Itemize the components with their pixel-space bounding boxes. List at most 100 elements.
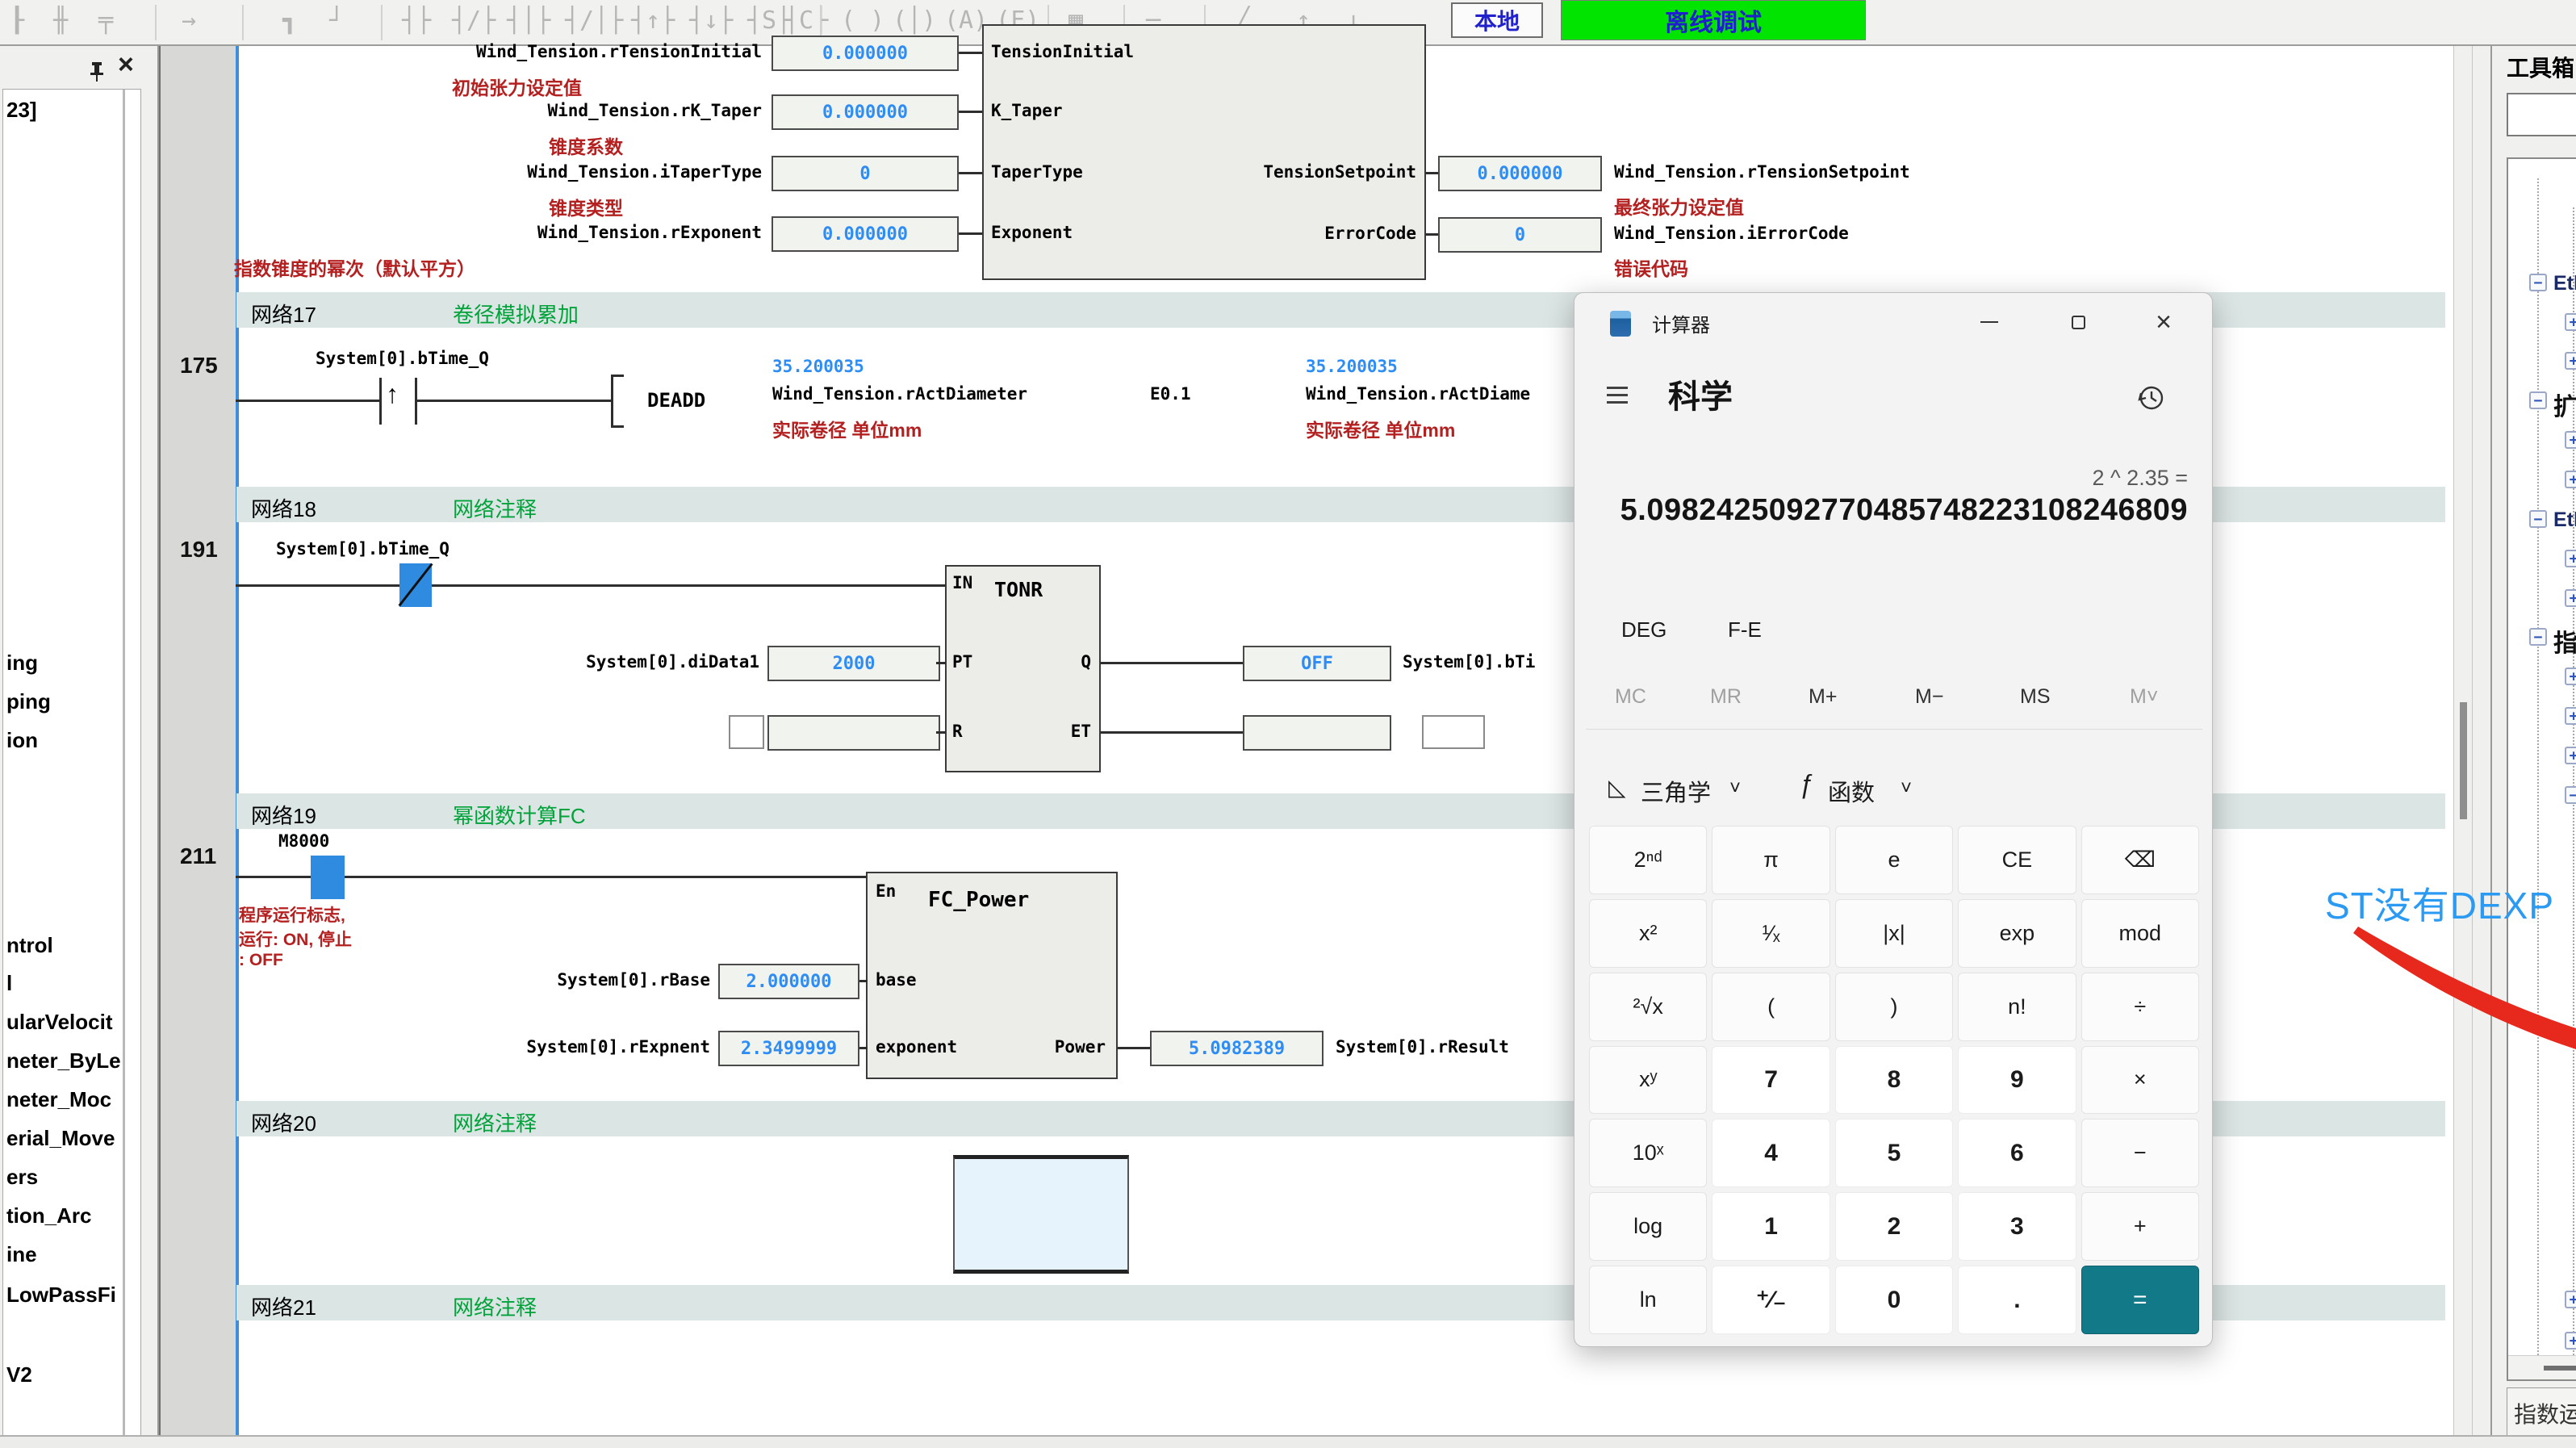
key-add[interactable]: +	[2081, 1192, 2199, 1261]
list-item[interactable]: ping	[6, 689, 51, 714]
memory-add-button[interactable]: M+	[1809, 685, 1837, 709]
tree-collapse-icon[interactable]: −	[2565, 786, 2576, 804]
offline-debug-button[interactable]: 离线调试	[1561, 0, 1866, 40]
value-box[interactable]: 2000	[767, 646, 940, 681]
calculator-mode-label[interactable]: 科学	[1668, 370, 1733, 417]
coil-icon[interactable]: ( )	[841, 6, 884, 35]
key-3[interactable]: 3	[1958, 1192, 2076, 1261]
value-box[interactable]: 0.000000	[772, 216, 959, 252]
key-power[interactable]: xʸ	[1589, 1046, 1707, 1115]
value-box[interactable]: 0	[1438, 217, 1602, 253]
tree-expand-icon[interactable]: +	[2565, 1332, 2576, 1350]
key-multiply[interactable]: ×	[2081, 1046, 2199, 1115]
operand-label[interactable]: Wind_Tension.rActDiameter	[772, 384, 1027, 404]
list-item[interactable]: ine	[6, 1242, 37, 1267]
key-abs[interactable]: |x|	[1835, 899, 1953, 968]
operand-label[interactable]: Wind_Tension.rExponent	[274, 223, 762, 242]
maximize-button[interactable]	[2055, 301, 2101, 343]
block-title[interactable]: FC_Power	[928, 888, 1029, 912]
key-7[interactable]: 7	[1712, 1046, 1830, 1115]
contact-label[interactable]: System[0].bTime_Q	[276, 539, 450, 559]
tree-expand-icon[interactable]: +	[2565, 707, 2576, 725]
value-box[interactable]: 0.000000	[772, 94, 959, 130]
key-ten-power[interactable]: 10ˣ	[1589, 1119, 1707, 1187]
empty-value-box[interactable]	[1243, 715, 1391, 751]
key-ln[interactable]: ln	[1589, 1266, 1707, 1334]
key-mod[interactable]: mod	[2081, 899, 2199, 968]
tree-root-label[interactable]: Eth	[2553, 508, 2576, 532]
list-item[interactable]: neter_ByLe	[6, 1048, 121, 1073]
tree-collapse-icon[interactable]: −	[2529, 274, 2547, 291]
key-square[interactable]: x²	[1589, 899, 1707, 968]
left-panel-scrollbar[interactable]	[123, 90, 125, 1446]
no-contact-selected[interactable]	[311, 856, 345, 899]
ladder-branch-icon[interactable]: ┠	[10, 6, 24, 35]
scrollbar-thumb[interactable]	[2544, 1366, 2576, 1371]
key-9[interactable]: 9	[1958, 1046, 2076, 1115]
memory-clear-button[interactable]: MC	[1615, 685, 1646, 709]
empty-operand-box[interactable]	[729, 715, 764, 749]
contact-nc-icon[interactable]: ┤/├	[452, 6, 496, 35]
list-item[interactable]: ers	[6, 1165, 38, 1190]
instruction-name[interactable]: DEADD	[647, 389, 705, 412]
contact-reset-icon[interactable]: ┤C├	[784, 6, 828, 35]
angle-unit-button[interactable]: DEG	[1621, 617, 1666, 642]
local-mode-button[interactable]: 本地	[1451, 2, 1543, 38]
operand-label[interactable]: System[0].rResult	[1336, 1037, 1509, 1057]
key-ce[interactable]: CE	[1958, 826, 2076, 894]
memory-subtract-button[interactable]: M−	[1915, 685, 1943, 709]
hamburger-menu-icon[interactable]	[1607, 387, 1631, 408]
tree-collapse-icon[interactable]: −	[2529, 628, 2547, 646]
operand-label[interactable]: System[0].rExpnent	[436, 1037, 710, 1057]
operand-label[interactable]: System[0].bTi	[1403, 652, 1535, 672]
key-subtract[interactable]: −	[2081, 1119, 2199, 1187]
tree-root-label[interactable]: Eth	[2553, 272, 2576, 295]
key-0[interactable]: 0	[1835, 1266, 1953, 1334]
key-reciprocal[interactable]: ¹⁄ₓ	[1712, 899, 1830, 968]
tree-expand-icon[interactable]: +	[2565, 352, 2576, 370]
calculator-expression[interactable]: 2 ^ 2.35 =	[2092, 466, 2188, 491]
ladder-parallel-icon[interactable]: ╫	[53, 6, 68, 35]
list-item[interactable]: ion	[6, 728, 38, 753]
key-6[interactable]: 6	[1958, 1119, 2076, 1187]
key-1[interactable]: 1	[1712, 1192, 1830, 1261]
key-5[interactable]: 5	[1835, 1119, 1953, 1187]
key-pi[interactable]: π	[1712, 826, 1830, 894]
wire-up-icon[interactable]: ┘	[329, 6, 344, 35]
tree-collapse-icon[interactable]: −	[2529, 510, 2547, 528]
tree-expand-icon[interactable]: +	[2565, 471, 2576, 488]
pin-icon[interactable]	[90, 61, 105, 82]
key-factorial[interactable]: n!	[1958, 973, 2076, 1041]
list-item[interactable]: ing	[6, 651, 38, 676]
operand-label[interactable]: Wind_Tension.rK_Taper	[274, 101, 762, 120]
function-dropdown[interactable]: 函数	[1828, 774, 1875, 808]
tree-expand-icon[interactable]: +	[2565, 589, 2576, 607]
ladder-tee-icon[interactable]: ╤	[98, 6, 113, 35]
contact-rising-icon[interactable]: ┤↑├	[631, 6, 675, 35]
key-equals[interactable]: =	[2081, 1266, 2199, 1334]
tree-root-label[interactable]: 扩	[2553, 387, 2576, 422]
tree-expand-icon[interactable]: +	[2565, 747, 2576, 764]
key-close-paren[interactable]: )	[1835, 973, 1953, 1041]
operand-label[interactable]: E0.1	[1150, 384, 1191, 404]
value-box[interactable]: 5.0982389	[1150, 1031, 1324, 1066]
list-item[interactable]: erial_Move	[6, 1126, 115, 1151]
list-item[interactable]: l	[6, 971, 12, 996]
contact-n-icon[interactable]: ┤/│├	[565, 6, 623, 35]
operand-label[interactable]: Wind_Tension.iErrorCode	[1614, 224, 1849, 243]
key-sqrt[interactable]: ²√x	[1589, 973, 1707, 1041]
operand-label[interactable]: Wind_Tension.rTensionInitial	[274, 42, 762, 61]
nc-contact-selected[interactable]	[399, 563, 432, 607]
close-panel-icon[interactable]: ×	[118, 49, 134, 81]
empty-operand-box[interactable]	[1422, 715, 1485, 749]
operand-label[interactable]: Wind_Tension.rActDiame	[1306, 384, 1530, 404]
wire-down-icon[interactable]: ┓	[282, 6, 297, 35]
contact-label[interactable]: System[0].bTime_Q	[316, 349, 489, 368]
value-box[interactable]: 0	[772, 156, 959, 191]
toolbox-bottom-section[interactable]: 指数运	[2507, 1387, 2576, 1439]
key-divide[interactable]: ÷	[2081, 973, 2199, 1041]
key-2[interactable]: 2	[1835, 1192, 1953, 1261]
history-icon[interactable]	[2135, 382, 2167, 414]
value-box[interactable]: 0.000000	[772, 36, 959, 71]
key-e[interactable]: e	[1835, 826, 1953, 894]
